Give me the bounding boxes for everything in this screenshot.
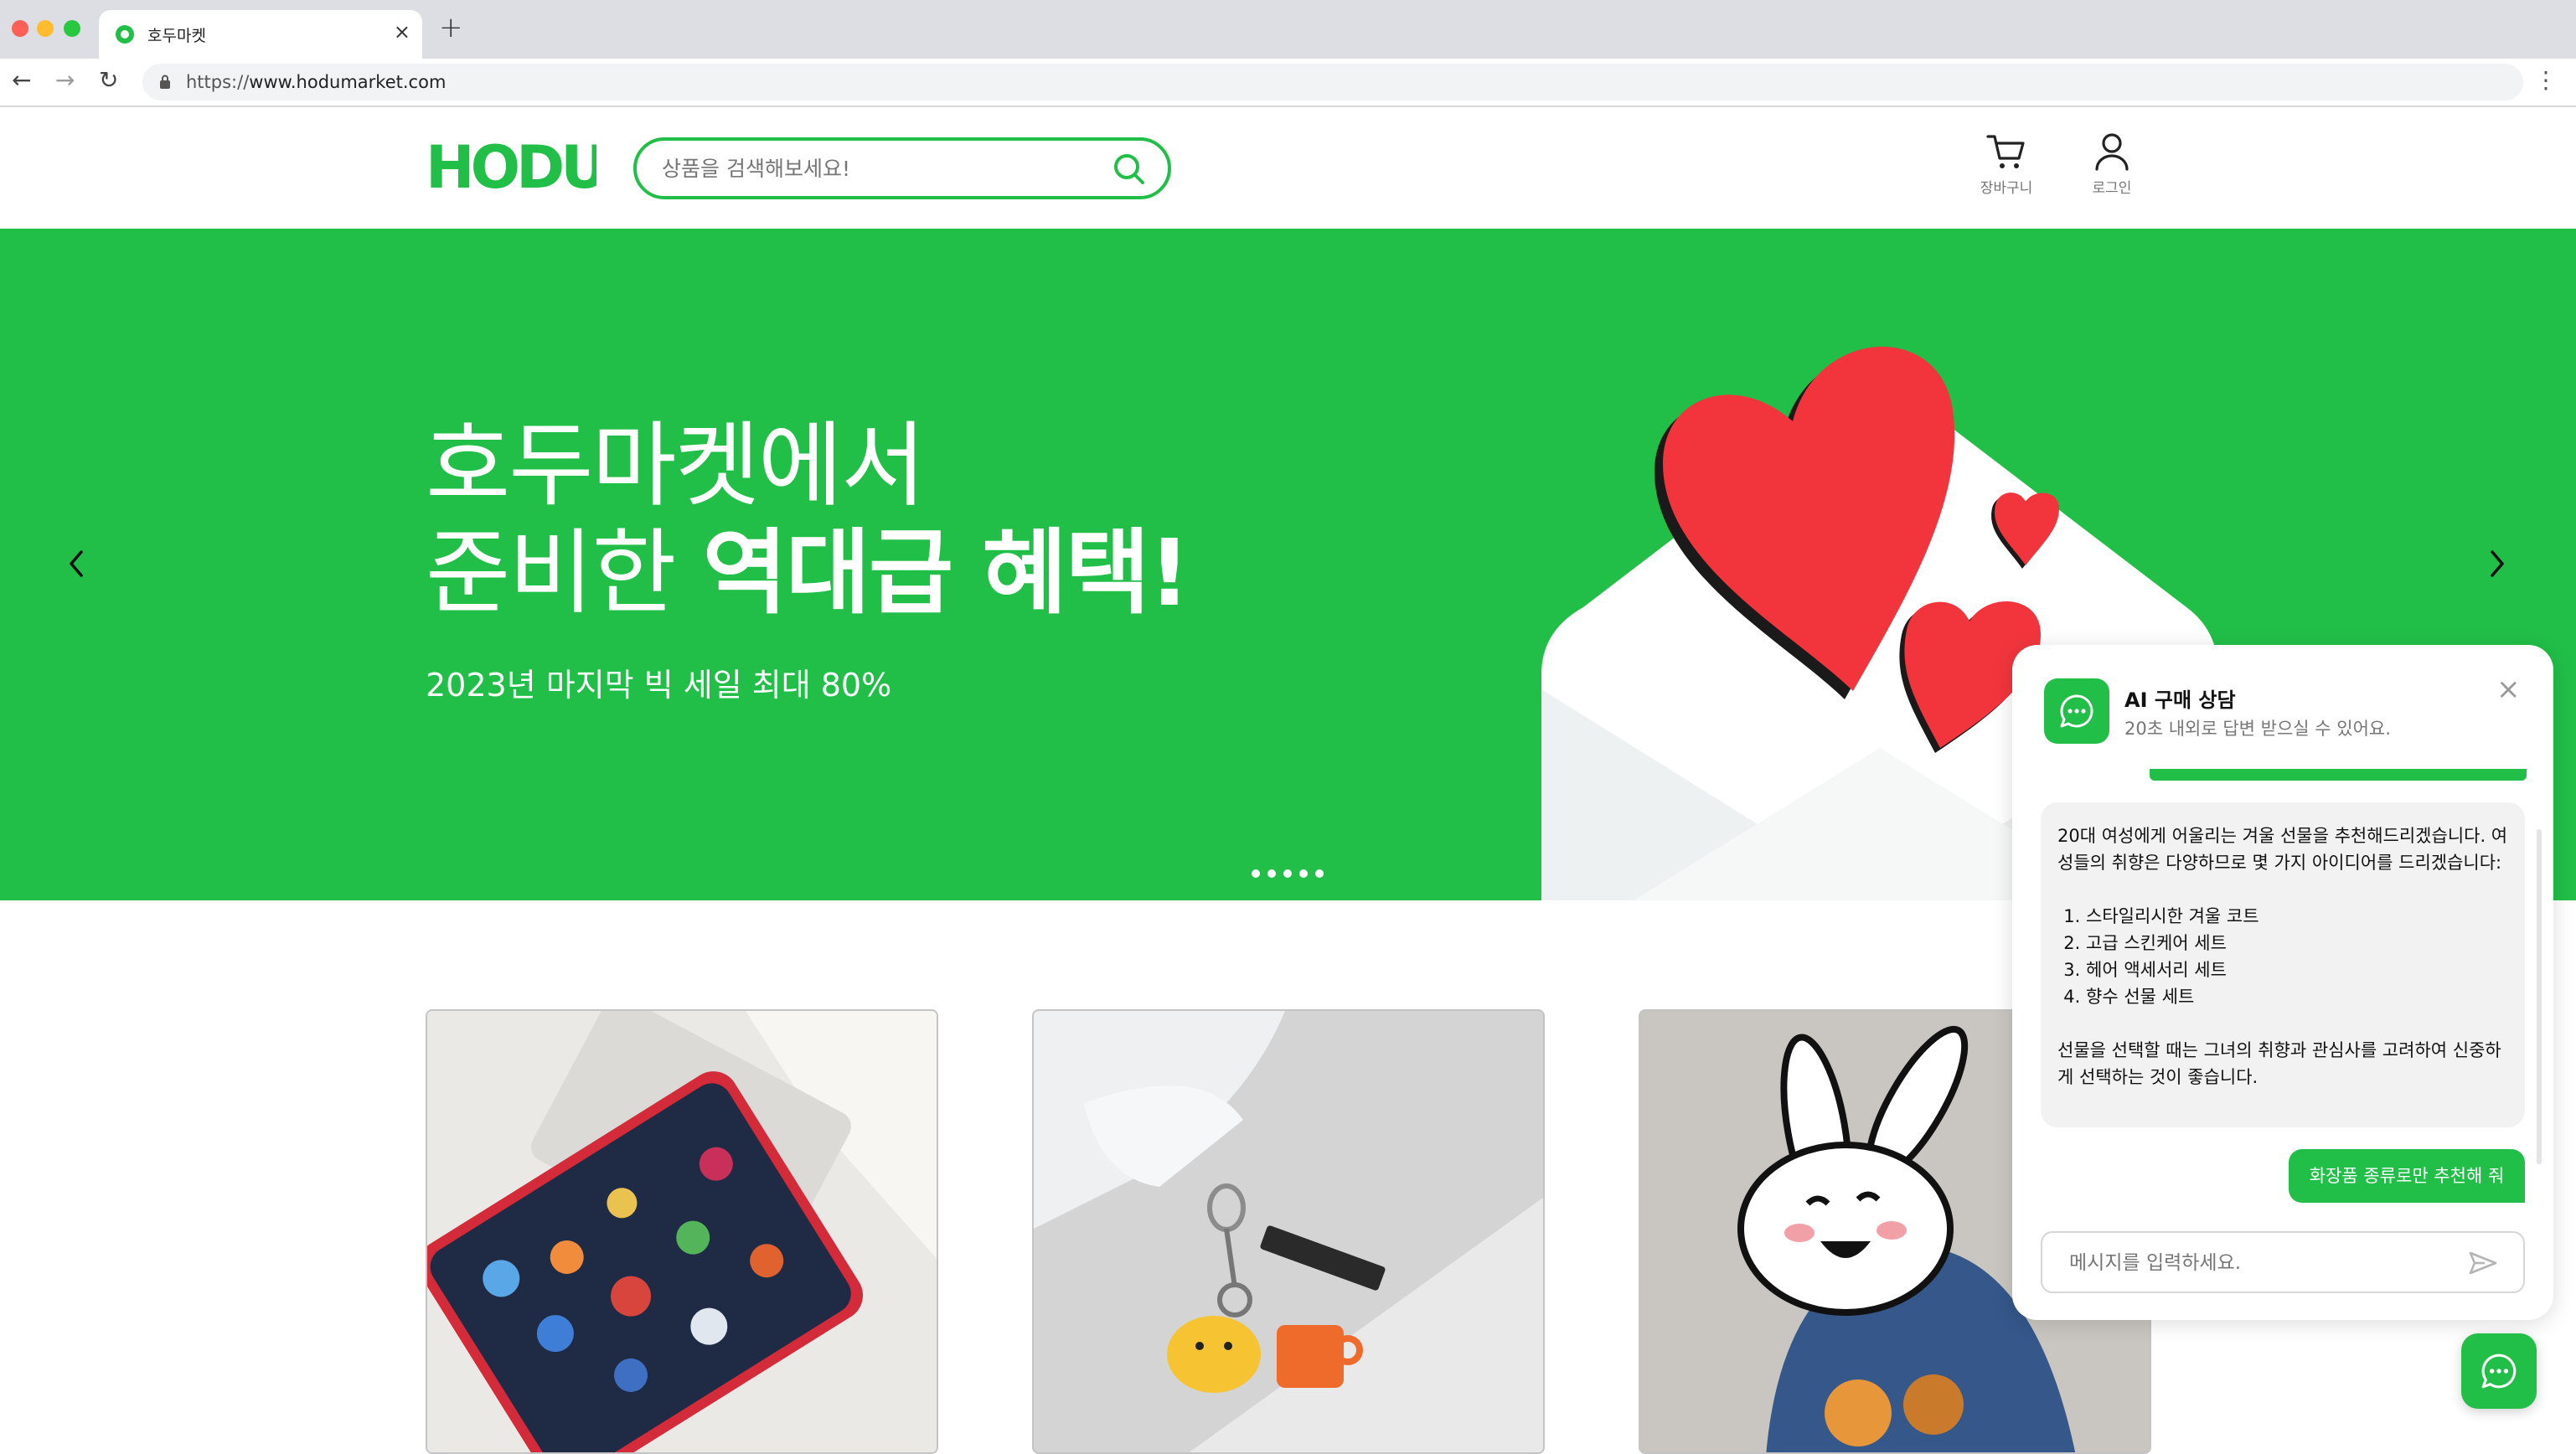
window-close-button[interactable] [12,20,28,37]
tab-title: 호두마켓 [147,27,206,45]
product-image-keyring [1034,1011,1543,1452]
chevron-right-icon[interactable] [2486,547,2508,580]
slide-dot-4[interactable] [1299,869,1308,878]
search-input[interactable] [662,152,1097,184]
banner-subtitle: 2023년 마지막 빅 세일 최대 80% [426,667,892,704]
list-item: 향수 선물 세트 [2086,983,2508,1010]
user-icon [2095,133,2129,171]
bot-message-outro: 선물을 선택할 때는 그녀의 취향과 관심사를 고려하여 신중하게 선택하는 것… [2057,1040,2501,1087]
new-tab-button[interactable]: + [439,13,463,42]
bot-message: 20대 여성에게 어울리는 겨울 선물을 추천해드리겠습니다. 여성들의 취향은… [2041,802,2525,1127]
address-bar[interactable]: https://www.hodumarket.com [142,64,2523,101]
slide-dot-3[interactable] [1283,869,1292,878]
forward-button[interactable]: → [55,69,75,92]
list-item: 고급 스킨케어 세트 [2086,930,2508,956]
reload-button[interactable]: ↻ [99,69,118,92]
chat-message-input[interactable] [2069,1248,2463,1278]
chat-title: AI 구매 상담 [2124,688,2236,712]
browser-menu-icon[interactable]: ⋮ [2534,69,2558,92]
lock-icon [160,75,170,89]
user-message: 화장품 종류로만 추천해 줘 [2289,1149,2525,1203]
search-icon[interactable] [1112,152,1146,186]
slide-dot-1[interactable] [1252,869,1260,878]
chat-avatar [2044,678,2109,744]
search-box[interactable] [633,137,1171,199]
list-item: 헤어 액세서리 세트 [2086,956,2508,983]
bot-message-intro: 20대 여성에게 어울리는 겨울 선물을 추천해드리겠습니다. 여성들의 취향은… [2057,826,2508,873]
chat-toggle-button[interactable] [2461,1333,2537,1409]
chat-subtitle: 20초 내외로 답변 받으실 수 있어요. [2124,719,2391,739]
chat-input-box[interactable] [2041,1231,2525,1293]
list-item: 스타일리시한 겨울 코트 [2086,903,2508,930]
chevron-left-icon[interactable] [65,547,87,580]
window-minimize-button[interactable] [37,20,54,37]
browser-tab-strip: 호두마켓 × + [0,0,2576,59]
banner-title-line2: 준비한 역대급 혜택! [426,519,1190,626]
cart-button[interactable]: 장바구니 [1969,132,2044,197]
tab-close-icon[interactable]: × [394,22,410,42]
send-icon[interactable] [2468,1250,2498,1276]
chat-bubble-icon [2481,1353,2517,1389]
cart-label: 장바구니 [1980,180,2033,197]
close-icon[interactable]: × [2496,675,2521,704]
chat-scrollbar[interactable] [2537,829,2542,1164]
banner-title-line1: 호두마켓에서 [426,412,926,519]
hodu-logo[interactable]: HODU [426,139,596,193]
slide-dot-5[interactable] [1315,869,1324,878]
login-label: 로그인 [2092,180,2132,197]
browser-tab[interactable]: 호두마켓 × [99,10,422,59]
previous-message-edge [2150,769,2527,781]
slide-indicator [1252,865,1331,881]
site-header: HODU 장바구니 로그인 [0,107,2576,229]
browser-toolbar: ← → ↻ https://www.hodumarket.com ⋮ [0,59,2576,107]
cart-icon [1986,135,2025,168]
chat-bubble-icon [2060,694,2093,728]
url-text: https://www.hodumarket.com [186,72,447,92]
product-card-2[interactable] [1032,1009,1545,1454]
product-image-laptop-pouch [427,1011,937,1452]
ai-chat-panel: AI 구매 상담 20초 내외로 답변 받으실 수 있어요. × 20대 여성에… [2012,645,2553,1320]
bot-recommendation-list: 스타일리시한 겨울 코트 고급 스킨케어 세트 헤어 액세서리 세트 향수 선물… [2086,903,2508,1010]
back-button[interactable]: ← [12,69,31,92]
login-button[interactable]: 로그인 [2074,132,2150,197]
favicon-icon [116,25,134,44]
slide-dot-2[interactable] [1267,869,1276,878]
window-maximize-button[interactable] [64,20,80,37]
product-card-1[interactable] [426,1009,938,1454]
svg-text:HODU: HODU [426,139,596,193]
